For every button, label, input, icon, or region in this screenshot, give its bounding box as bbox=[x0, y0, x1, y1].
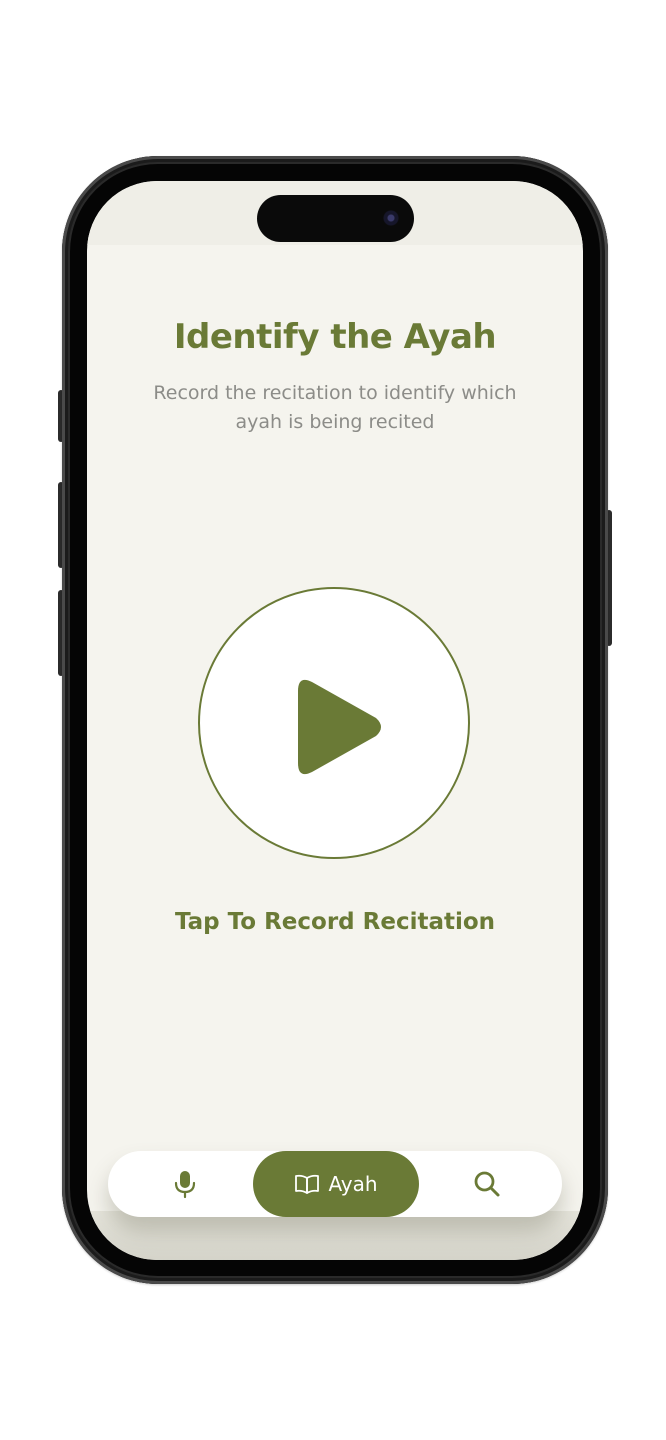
nav-item-ayah[interactable]: Ayah bbox=[253, 1151, 419, 1217]
page-title: Identify the Ayah bbox=[173, 317, 497, 357]
page-subtitle: Record the recitation to identify which … bbox=[153, 382, 517, 433]
app-screen: Identify the Ayah Record the recitation … bbox=[87, 181, 583, 1260]
device-mockup: Identify the Ayah Record the recitation … bbox=[0, 0, 666, 1440]
nav-item-ayah-label: Ayah bbox=[328, 1172, 378, 1196]
record-cta-label: Tap To Record Recitation bbox=[174, 909, 496, 935]
nav-item-search[interactable] bbox=[450, 1151, 524, 1217]
search-icon bbox=[474, 1171, 500, 1197]
microphone-icon bbox=[174, 1171, 196, 1199]
play-icon bbox=[298, 679, 381, 775]
camera-icon bbox=[382, 209, 400, 227]
home-indicator-area bbox=[87, 1211, 583, 1260]
dynamic-island bbox=[257, 195, 414, 242]
book-icon bbox=[295, 1174, 320, 1194]
record-button[interactable] bbox=[198, 587, 470, 859]
bottom-nav: Ayah bbox=[108, 1151, 562, 1217]
nav-item-record[interactable] bbox=[148, 1151, 222, 1217]
